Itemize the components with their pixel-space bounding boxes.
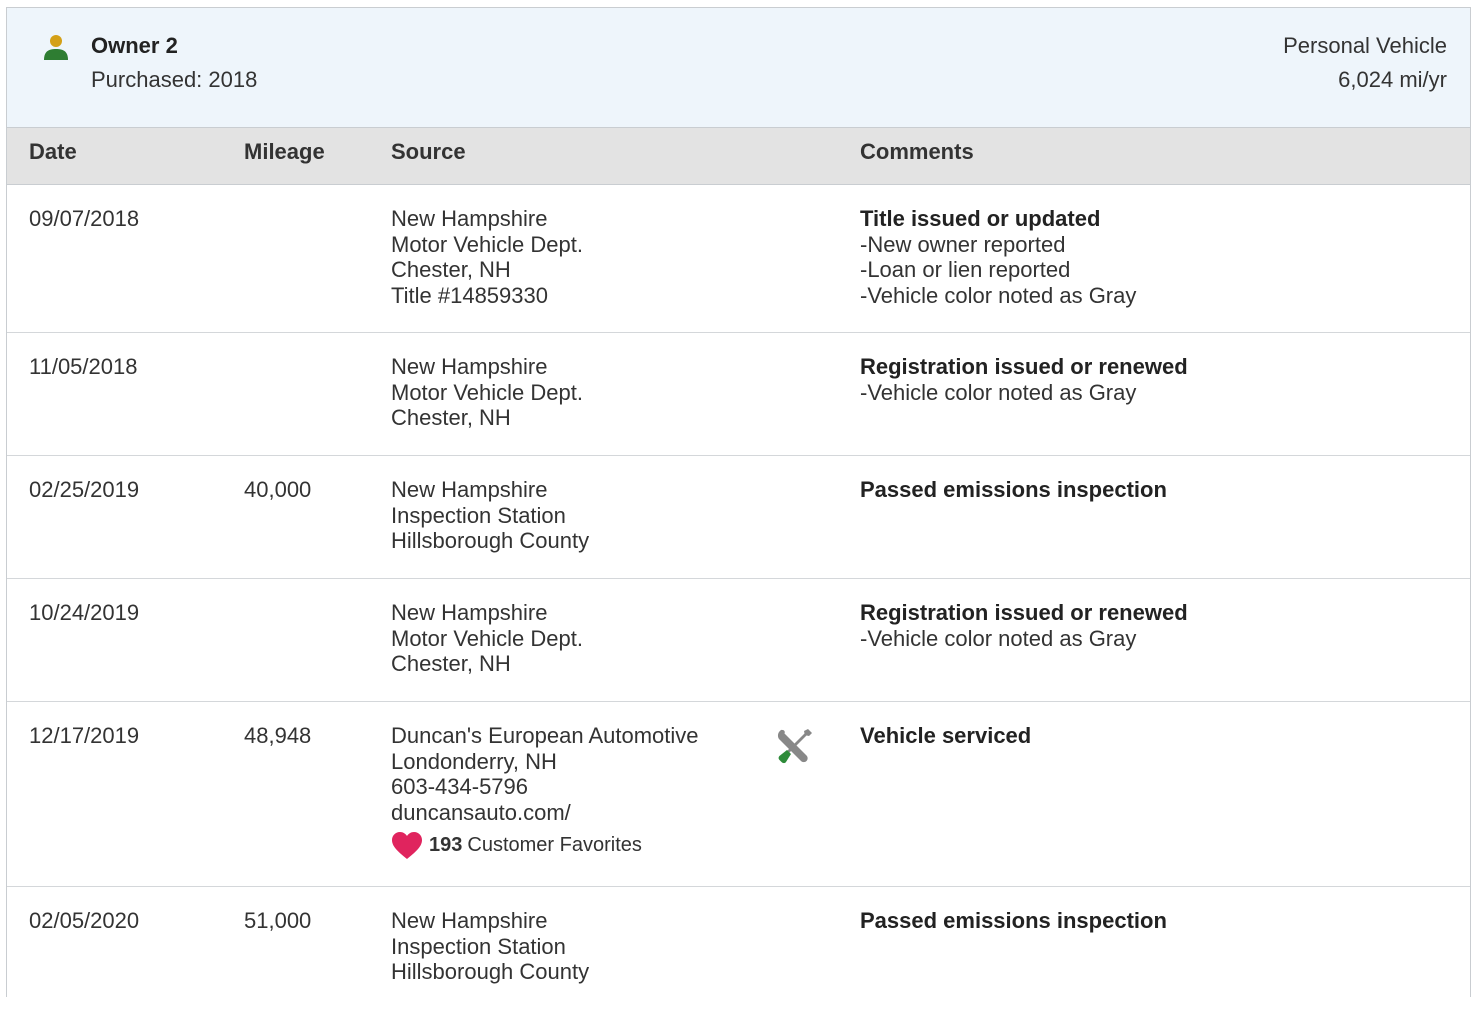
table-row: 09/07/2018 New Hampshire Motor Vehicle D… [7, 185, 1470, 333]
favorites-count: 193 [429, 834, 463, 857]
source-line: Motor Vehicle Dept. [391, 625, 583, 651]
person-icon [44, 35, 68, 60]
comment-title: Registration issued or renewed [860, 600, 1188, 625]
row-mileage: 51,000 [244, 908, 312, 933]
source-website-link[interactable]: duncansauto.com/ [391, 800, 699, 826]
table-row: 02/05/2020 51,000 New Hampshire Inspecti… [7, 887, 1470, 1010]
row-source: New Hampshire Motor Vehicle Dept. Cheste… [391, 206, 583, 308]
row-source: New Hampshire Inspection Station Hillsbo… [391, 908, 589, 985]
comment-title: Passed emissions inspection [860, 477, 1167, 502]
vehicle-type: Personal Vehicle [1283, 33, 1447, 58]
row-comments: Registration issued or renewed -Vehicle … [860, 600, 1188, 651]
source-line: Chester, NH [391, 257, 511, 282]
source-line: Londonderry, NH [391, 748, 557, 774]
customer-favorites[interactable]: 193 Customer Favorites [391, 831, 699, 861]
comment-title: Vehicle serviced [860, 723, 1032, 748]
row-source: New Hampshire Motor Vehicle Dept. Cheste… [391, 600, 583, 677]
row-date: 10/24/2019 [29, 600, 140, 625]
row-source: New Hampshire Inspection Station Hillsbo… [391, 477, 589, 554]
owner-name: Owner 2 [91, 33, 178, 58]
row-comments: Registration issued or renewed -Vehicle … [860, 354, 1188, 405]
favorites-label: Customer Favorites [467, 834, 642, 857]
source-line: New Hampshire [391, 206, 548, 231]
row-date: 02/05/2020 [29, 908, 140, 933]
row-comments: Vehicle serviced [860, 723, 1031, 749]
owner-header: Owner 2 Purchased: 2018 Personal Vehicle… [7, 8, 1470, 128]
comment-line: -Vehicle color noted as Gray [860, 625, 1137, 651]
comment-line: -New owner reported [860, 231, 1066, 257]
comment-line: -Loan or lien reported [860, 257, 1071, 282]
comment-title: Registration issued or renewed [860, 354, 1188, 379]
miles-per-year: 6,024 mi/yr [1338, 67, 1447, 92]
comment-title: Title issued or updated [860, 206, 1101, 231]
column-comments: Comments [860, 139, 974, 164]
source-line: Hillsborough County [391, 528, 590, 553]
row-source: Duncan's European Automotive Londonderry… [391, 723, 699, 861]
row-date: 02/25/2019 [29, 477, 140, 502]
table-row: 02/25/2019 40,000 New Hampshire Inspecti… [7, 456, 1470, 579]
row-comments: Title issued or updated -New owner repor… [860, 206, 1136, 308]
source-line: Motor Vehicle Dept. [391, 231, 583, 257]
row-date: 12/17/2019 [29, 723, 140, 748]
row-date: 09/07/2018 [29, 206, 140, 231]
owner-history-card: Owner 2 Purchased: 2018 Personal Vehicle… [6, 7, 1471, 997]
source-line: Inspection Station [391, 502, 566, 528]
column-source: Source [391, 139, 466, 164]
table-row: 12/17/2019 48,948 Duncan's European Auto… [7, 702, 1470, 887]
source-line: 603-434-5796 [391, 774, 529, 799]
row-date: 11/05/2018 [29, 354, 138, 379]
source-line: Title #14859330 [391, 282, 548, 308]
heart-icon [392, 832, 422, 859]
owner-purchased: Purchased: 2018 [91, 67, 258, 92]
wrench-screwdriver-icon [777, 729, 812, 764]
row-mileage: 48,948 [244, 723, 312, 748]
table-header: Date Mileage Source Comments [7, 128, 1470, 185]
column-date: Date [29, 139, 77, 164]
table-row: 11/05/2018 New Hampshire Motor Vehicle D… [7, 333, 1470, 456]
source-line: New Hampshire [391, 908, 548, 933]
source-line: Inspection Station [391, 933, 566, 959]
source-line: New Hampshire [391, 354, 548, 379]
row-comments: Passed emissions inspection [860, 908, 1167, 934]
table-row: 10/24/2019 New Hampshire Motor Vehicle D… [7, 579, 1470, 702]
row-mileage: 40,000 [244, 477, 312, 502]
source-line: New Hampshire [391, 600, 548, 625]
source-line: Motor Vehicle Dept. [391, 379, 583, 405]
comment-line: -Vehicle color noted as Gray [860, 379, 1137, 405]
comment-line: -Vehicle color noted as Gray [860, 282, 1137, 308]
source-line: Chester, NH [391, 651, 511, 676]
column-mileage: Mileage [244, 139, 325, 164]
row-comments: Passed emissions inspection [860, 477, 1167, 503]
source-line: New Hampshire [391, 477, 548, 502]
source-line: Chester, NH [391, 405, 511, 430]
source-line: Duncan's European Automotive [391, 723, 699, 748]
row-source: New Hampshire Motor Vehicle Dept. Cheste… [391, 354, 583, 431]
comment-title: Passed emissions inspection [860, 908, 1167, 933]
source-line: Hillsborough County [391, 959, 590, 984]
